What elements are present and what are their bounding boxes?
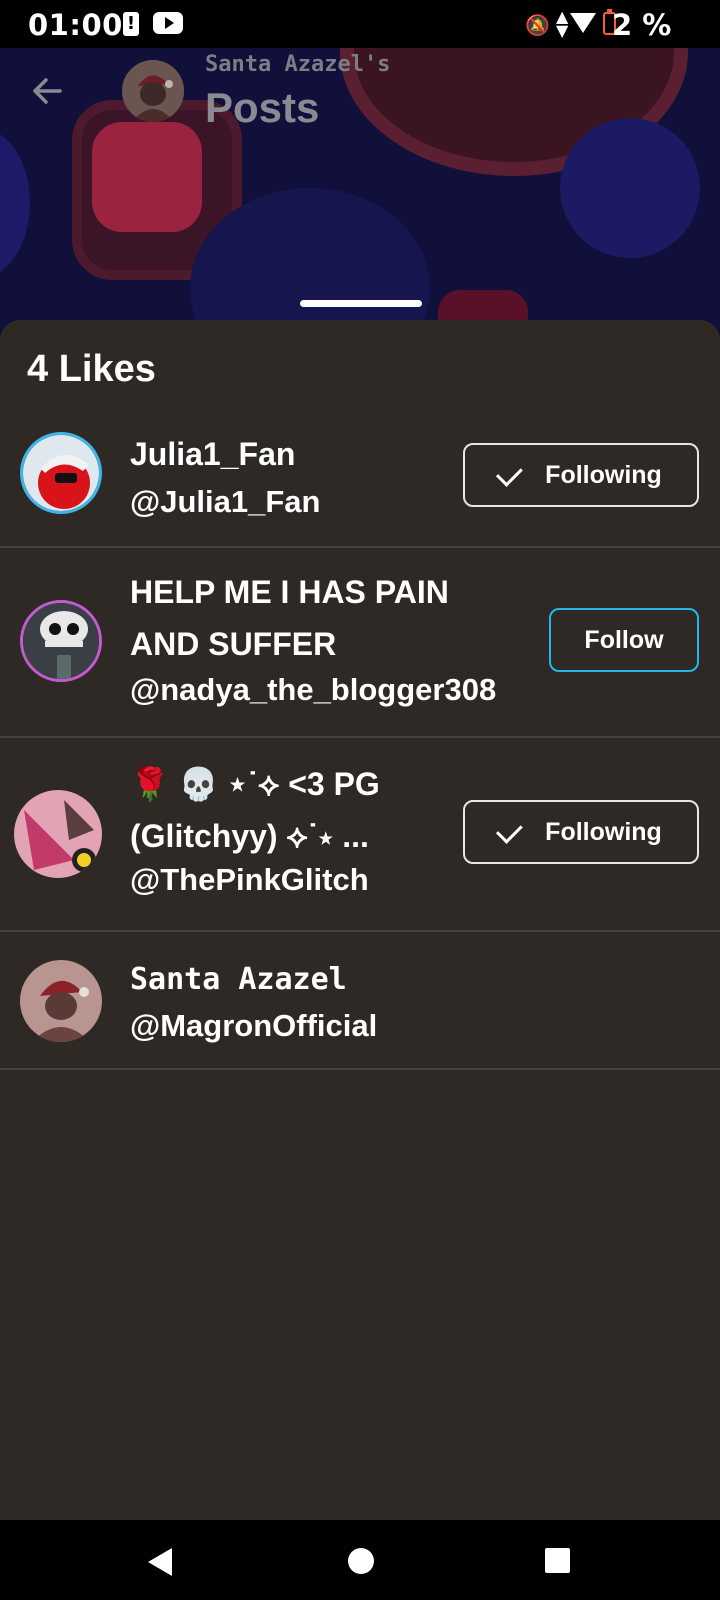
follow-button[interactable]: Follow [549,608,699,672]
data-arrows-icon: ▲ ▼ [556,7,569,40]
likes-sheet: 4 Likes Julia1_Fan @Julia1_Fan Following [0,320,720,1520]
nav-recents-icon[interactable] [545,1548,570,1573]
avatar[interactable] [20,600,102,682]
author-avatar[interactable] [122,60,184,122]
background-shape [92,122,202,232]
user-display-name-line1: 🌹 💀 ⋆˙⟡ <3 PG [130,766,380,802]
avatar[interactable] [14,790,102,878]
user-display-name: Julia1_Fan [130,436,296,472]
avatar[interactable] [20,960,102,1042]
notifications-off-icon: 🔕 [525,13,550,37]
list-item[interactable]: Santa Azazel @MagronOfficial [0,932,720,1070]
list-item[interactable]: HELP ME I HAS PAIN AND SUFFER @nadya_the… [0,548,720,738]
header-title: Posts [205,84,320,131]
alert-icon: ! [123,12,139,36]
user-handle: @nadya_the_blogger308 [130,672,497,707]
likes-count-title: 4 Likes [27,348,156,390]
youtube-icon [153,12,183,34]
user-handle: @MagronOfficial [130,1008,378,1043]
list-item[interactable]: 🌹 💀 ⋆˙⟡ <3 PG (Glitchyy) ⟡˙⋆ ... @ThePin… [0,738,720,932]
user-handle: @Julia1_Fan [130,484,321,519]
following-button[interactable]: Following [463,443,699,507]
wifi-icon [570,13,596,33]
system-nav-bar [0,1520,720,1600]
check-icon [496,816,523,844]
header-background [0,48,720,338]
status-bar: 01:00 ! 🔕 ▲ ▼ 2 % [0,0,720,48]
nav-back-icon[interactable] [148,1548,172,1576]
avatar[interactable] [20,432,102,514]
status-time: 01:00 [28,8,123,42]
check-icon [496,459,523,487]
user-display-name-line2: AND SUFFER [130,626,337,662]
battery-percent: 2 % [612,8,672,42]
user-handle: @ThePinkGlitch [130,862,369,897]
header-subtitle: Santa Azazel's [205,52,391,77]
following-button[interactable]: Following [463,800,699,864]
user-display-name-line2: (Glitchyy) ⟡˙⋆ ... [130,818,369,854]
follow-button-label: Follow [584,625,664,654]
following-button-label: Following [545,460,662,489]
user-display-name: Santa Azazel [130,962,347,997]
list-item[interactable]: Julia1_Fan @Julia1_Fan Following [0,410,720,548]
background-shape [560,118,700,258]
following-button-label: Following [545,817,662,846]
sheet-drag-handle[interactable] [300,300,422,307]
nav-home-icon[interactable] [348,1548,374,1574]
background-shape [0,128,30,278]
back-arrow-icon[interactable] [30,74,64,108]
user-display-name-line1: HELP ME I HAS PAIN [130,574,449,610]
